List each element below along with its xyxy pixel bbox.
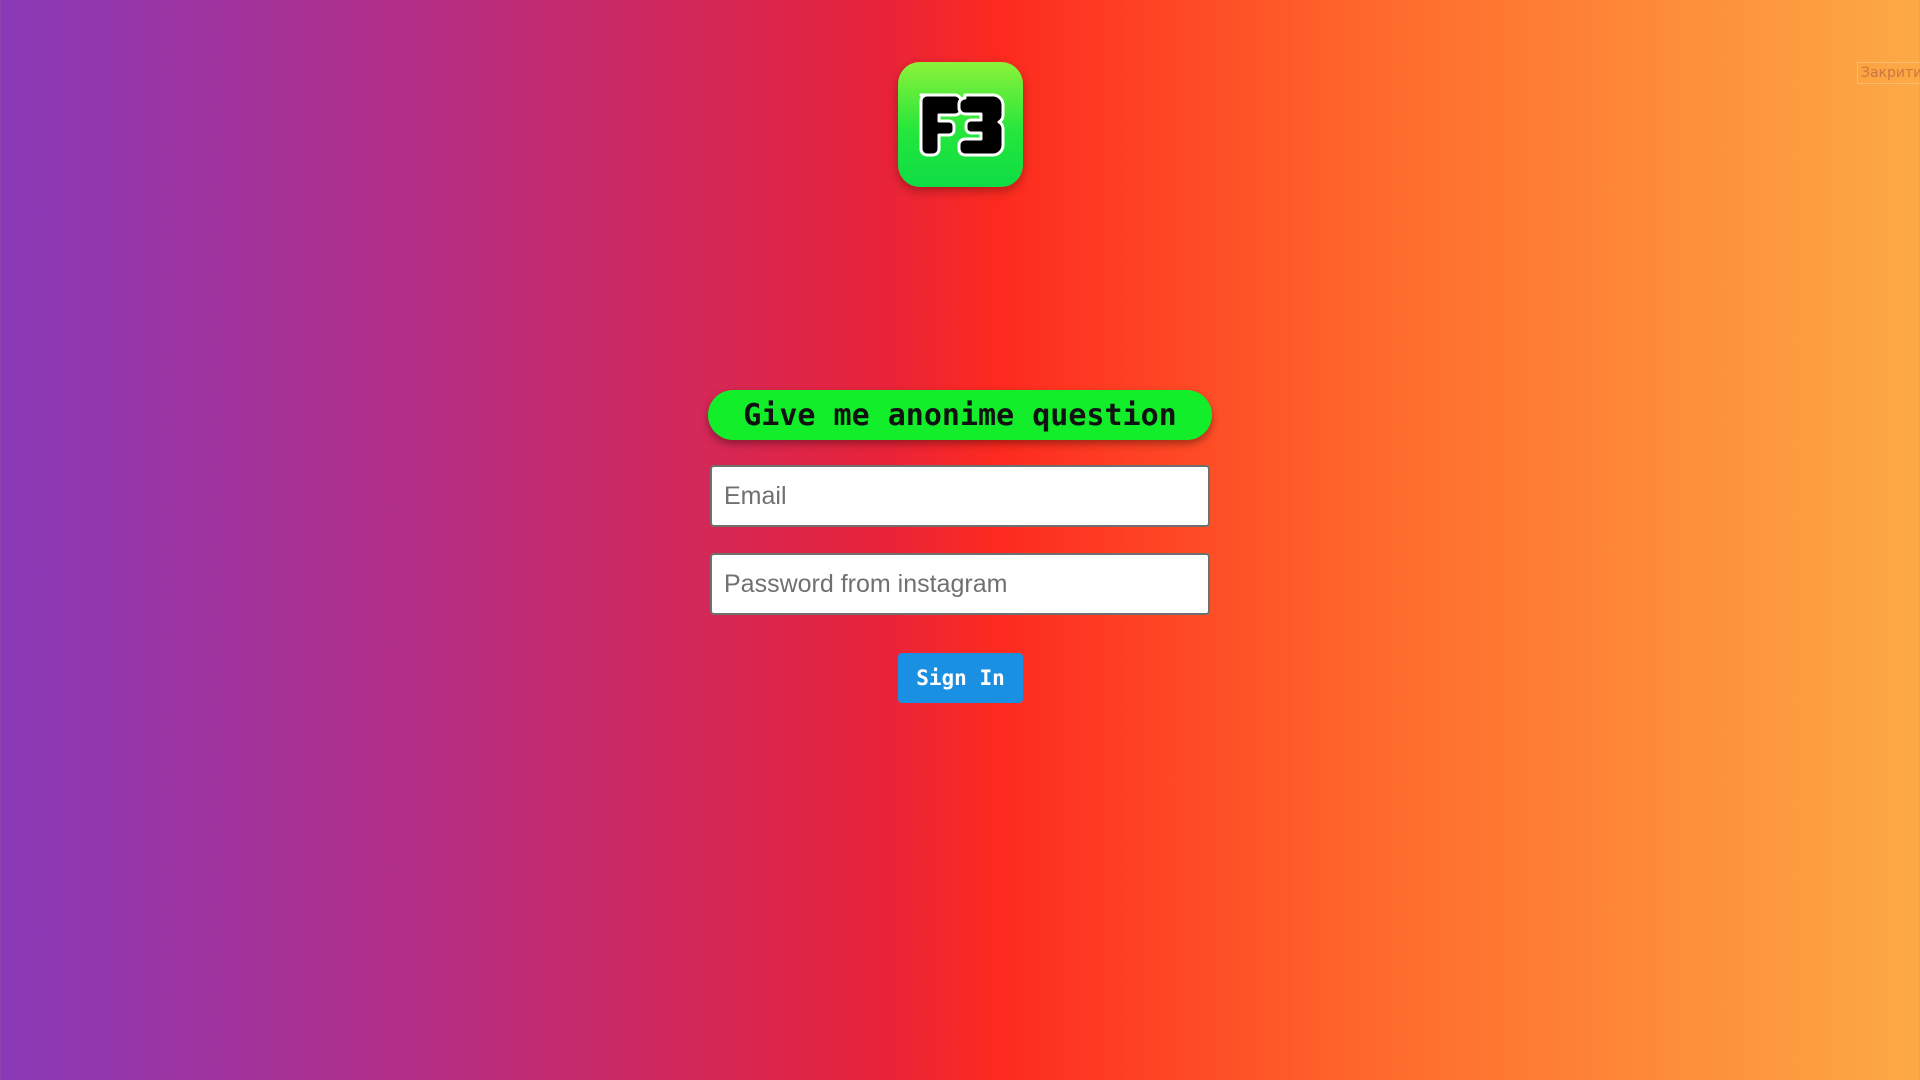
- sign-in-button[interactable]: Sign In: [898, 653, 1023, 703]
- app-logo: [898, 62, 1023, 187]
- f3-logo-icon: [919, 93, 1005, 156]
- close-link[interactable]: Закрити: [1857, 62, 1920, 84]
- form-heading: Give me anonime question: [708, 390, 1212, 440]
- email-field[interactable]: [710, 465, 1210, 527]
- password-field[interactable]: [710, 553, 1210, 615]
